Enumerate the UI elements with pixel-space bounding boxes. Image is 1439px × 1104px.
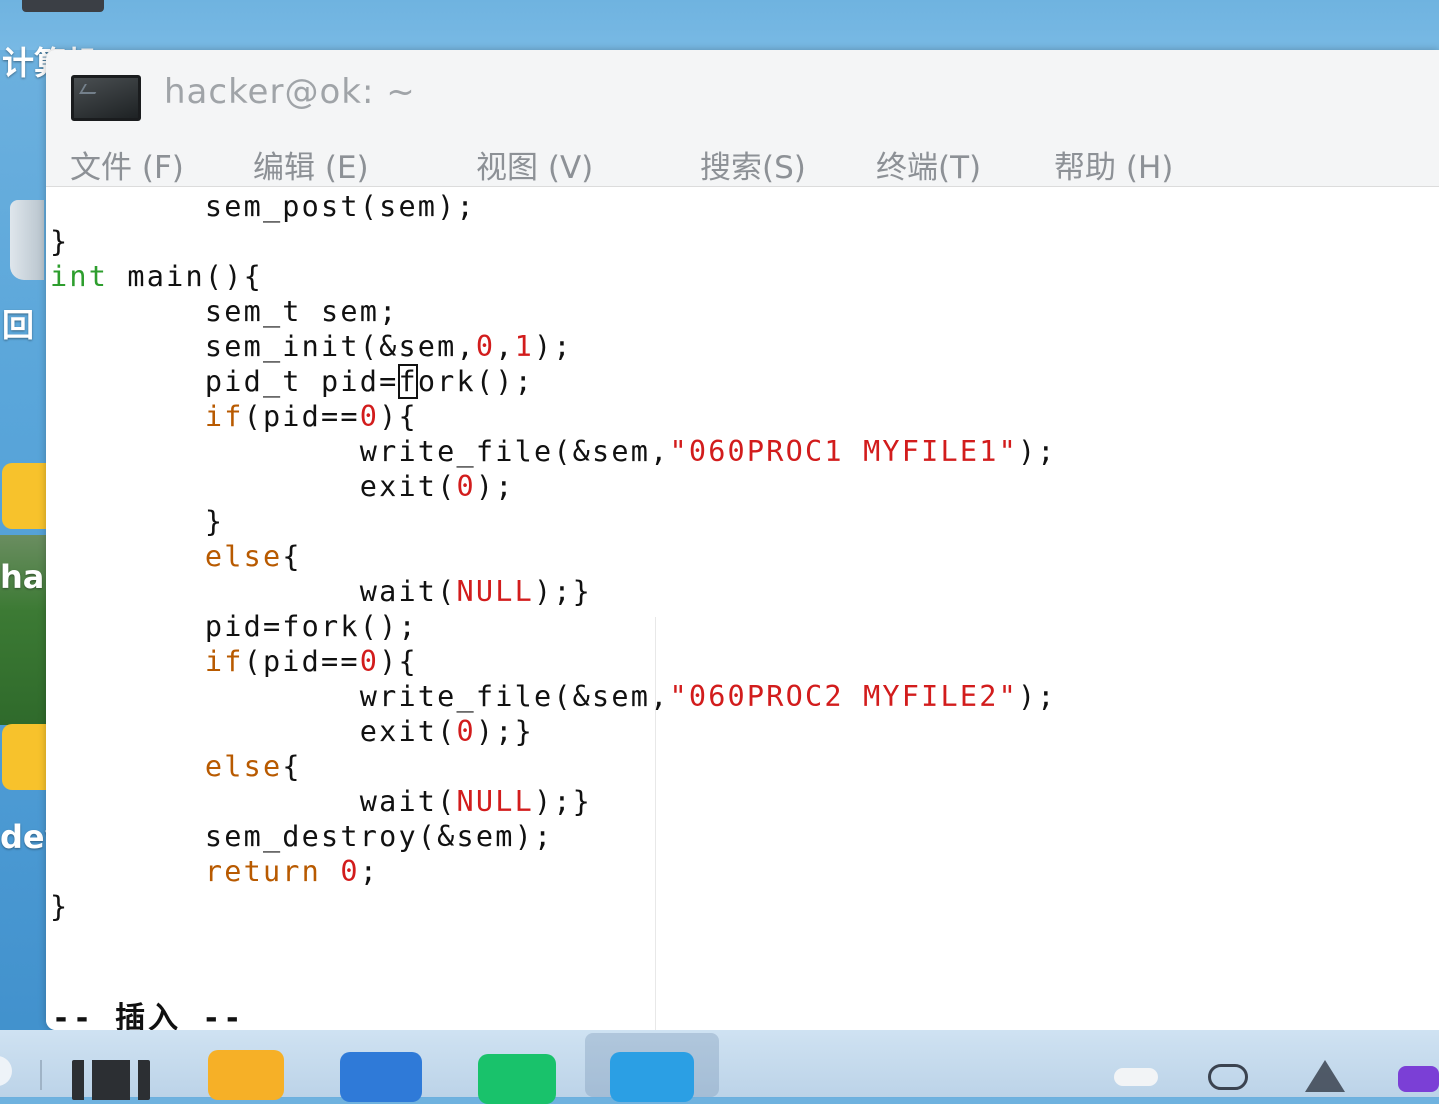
desktop-label-trash[interactable]: 回 bbox=[2, 300, 34, 346]
window-title: hacker@ok: ~ bbox=[164, 72, 416, 112]
code-line: if(pid==0){ bbox=[204, 645, 418, 678]
taskbar-divider bbox=[40, 1060, 42, 1090]
vim-editor[interactable]: ~ -- 插入 -- sem_post(sem);}int main(){ se… bbox=[46, 187, 1439, 1030]
network-icon[interactable] bbox=[1305, 1060, 1345, 1092]
audio-wave-icon[interactable] bbox=[1208, 1064, 1248, 1090]
code-line: return 0; bbox=[204, 855, 380, 888]
code-line: if(pid==0){ bbox=[204, 400, 418, 433]
code-line: exit(0);} bbox=[50, 715, 534, 748]
stack-app-icon[interactable] bbox=[610, 1052, 694, 1102]
menu-view[interactable]: 视图 (V) bbox=[476, 142, 593, 187]
code-line: sem_destroy(&sem); bbox=[50, 820, 554, 853]
menu-bar: 文件 (F) 编辑 (E) 视图 (V) 搜索(S) 终端(T) 帮助 (H) bbox=[46, 138, 1439, 187]
window-titlebar[interactable]: hacker@ok: ~ bbox=[46, 50, 1439, 138]
code-line: int main(){ bbox=[50, 260, 263, 293]
code-line: } bbox=[50, 890, 70, 923]
wps-icon[interactable] bbox=[340, 1052, 422, 1102]
mode-indicator: -- 插入 -- bbox=[52, 1001, 245, 1030]
code-line: } bbox=[50, 225, 70, 258]
taskbar bbox=[0, 1030, 1439, 1104]
menu-terminal[interactable]: 终端(T) bbox=[876, 142, 981, 187]
vpn-icon[interactable] bbox=[208, 1050, 284, 1100]
folder-icon[interactable] bbox=[2, 463, 46, 529]
code-line: pid_t pid=fork(); bbox=[50, 364, 534, 399]
code-line: exit(0); bbox=[50, 470, 515, 503]
desktop-top-strip bbox=[0, 0, 1439, 50]
start-menu-icon[interactable] bbox=[0, 1056, 12, 1086]
menu-edit[interactable]: 编辑 (E) bbox=[253, 142, 369, 187]
code-line: sem_post(sem); bbox=[50, 190, 476, 223]
code-line: sem_init(&sem,0,1); bbox=[50, 330, 573, 363]
code-line: pid=fork(); bbox=[50, 610, 418, 643]
terminal-window[interactable]: hacker@ok: ~ 文件 (F) 编辑 (E) 视图 (V) 搜索(S) … bbox=[46, 50, 1439, 1030]
desktop-label-home[interactable]: ha bbox=[0, 558, 44, 596]
menu-file[interactable]: 文件 (F) bbox=[70, 142, 184, 187]
code-line: sem_t sem; bbox=[50, 295, 399, 328]
code-line: else{ bbox=[204, 750, 302, 783]
folder-icon[interactable] bbox=[2, 724, 46, 790]
code-line: } bbox=[50, 505, 225, 538]
screen-record-icon[interactable] bbox=[1398, 1066, 1439, 1092]
terminal-icon bbox=[71, 75, 141, 121]
code-line: wait(NULL);} bbox=[50, 785, 593, 818]
code-line: wait(NULL);} bbox=[50, 575, 593, 608]
cloud-icon[interactable] bbox=[1114, 1068, 1158, 1086]
menu-search[interactable]: 搜索(S) bbox=[700, 142, 806, 187]
computer-icon[interactable] bbox=[22, 0, 104, 12]
code-line: write_file(&sem,"060PROC1 MYFILE1"); bbox=[50, 435, 1057, 468]
menu-help[interactable]: 帮助 (H) bbox=[1054, 142, 1173, 187]
code-line: else{ bbox=[204, 540, 302, 573]
text-cursor: f bbox=[398, 364, 418, 399]
file-manager-icon[interactable] bbox=[72, 1060, 150, 1100]
trash-icon[interactable] bbox=[10, 200, 44, 280]
code-line: write_file(&sem,"060PROC2 MYFILE2"); bbox=[50, 680, 1057, 713]
